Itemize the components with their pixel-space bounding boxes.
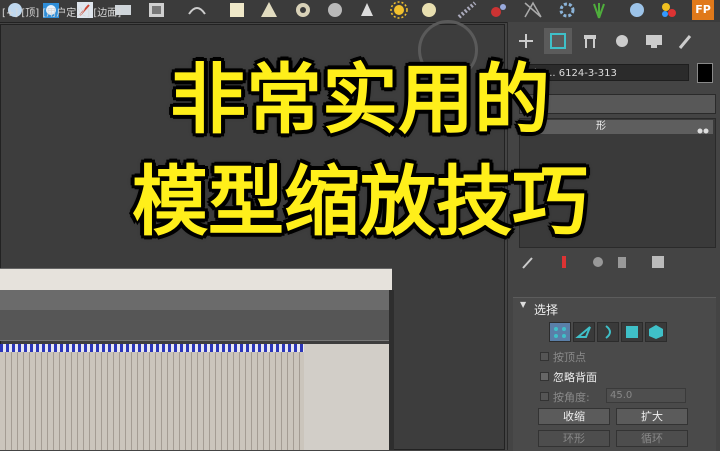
model-curtain <box>0 344 304 450</box>
motion-icon[interactable] <box>608 28 636 54</box>
make-unique-icon[interactable] <box>590 254 606 274</box>
fp-icon[interactable]: FP <box>692 0 714 20</box>
particle-icon[interactable] <box>488 0 510 20</box>
sun-icon[interactable] <box>388 0 410 20</box>
model-selected-edges <box>0 344 304 352</box>
color-icon[interactable] <box>658 0 680 20</box>
stack-tools <box>518 254 718 272</box>
model-band-dark <box>0 310 392 341</box>
overlay-title-line1: 非常实用的 <box>170 55 550 144</box>
ignore-backfacing-checkbox[interactable] <box>540 372 549 381</box>
grow-button[interactable]: 扩大 <box>616 408 688 425</box>
collapse-icon[interactable]: ▼ <box>520 300 528 310</box>
show-end-result-icon[interactable] <box>556 254 572 274</box>
plant-icon[interactable] <box>588 0 610 20</box>
shrink-button[interactable]: 收缩 <box>538 408 610 425</box>
curve-icon[interactable] <box>186 0 208 20</box>
remove-modifier-icon[interactable] <box>614 254 630 274</box>
box-icon[interactable] <box>226 0 248 20</box>
ignore-backfacing-label: 忽略背面 <box>553 371 597 384</box>
ring-button[interactable]: 环形 <box>538 430 610 447</box>
hierarchy-icon[interactable] <box>576 28 604 54</box>
rollout-title[interactable]: 选择 <box>534 301 558 318</box>
element-mode-icon[interactable] <box>645 322 667 342</box>
model-top-panel <box>0 268 392 292</box>
model-band <box>0 290 392 311</box>
utilities-icon[interactable] <box>672 28 700 54</box>
border-mode-icon[interactable] <box>597 322 619 342</box>
vertex-mode-icon[interactable] <box>549 322 571 342</box>
helper-icon[interactable] <box>522 0 544 20</box>
polygon-mode-icon[interactable] <box>621 322 643 342</box>
by-vertex-checkbox[interactable] <box>540 352 549 361</box>
loop-button[interactable]: 循环 <box>616 430 688 447</box>
overlay-title-line2: 模型缩放技巧 <box>132 157 588 246</box>
pin-stack-icon[interactable] <box>520 254 536 274</box>
by-angle-checkbox[interactable] <box>540 392 549 401</box>
gear-icon[interactable] <box>556 0 578 20</box>
model-wall <box>304 344 389 450</box>
viewport-label[interactable]: [+] [顶] [用户定义] [边面] <box>2 4 121 19</box>
display-icon[interactable] <box>640 28 668 54</box>
model-frame <box>389 290 394 450</box>
globe-icon[interactable] <box>626 0 648 20</box>
light-icon[interactable] <box>356 0 378 20</box>
layer-icon[interactable] <box>146 0 168 20</box>
edge-mode-icon[interactable] <box>573 322 595 342</box>
lamp-icon[interactable] <box>418 0 440 20</box>
fp-label: FP <box>695 3 711 16</box>
by-angle-label: 按角度: <box>553 391 590 404</box>
modify-icon[interactable] <box>544 28 572 54</box>
cone-icon[interactable] <box>258 0 280 20</box>
create-icon[interactable] <box>512 28 540 54</box>
configure-sets-icon[interactable] <box>650 254 666 274</box>
pattern-icon[interactable] <box>456 0 478 20</box>
angle-spinner[interactable]: 45.0 <box>606 388 686 403</box>
by-vertex-label: 按顶点 <box>553 351 586 364</box>
torus-icon[interactable] <box>292 0 314 20</box>
sphere-primitive-icon[interactable] <box>324 0 346 20</box>
